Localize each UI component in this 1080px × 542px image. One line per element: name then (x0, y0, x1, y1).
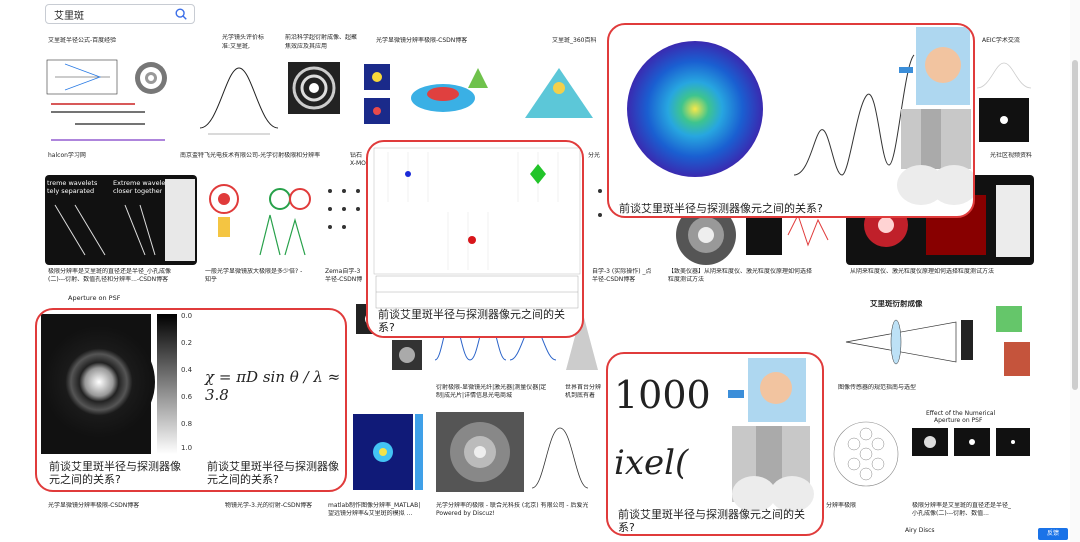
airy-imaging-image (845, 319, 973, 365)
result-caption[interactable]: 光学显微镜分辨率极限-CSDN博客 (48, 502, 139, 510)
result-caption[interactable]: 一般光学显微镜放大极限是多少倍? - (205, 268, 302, 276)
search-box[interactable]: 艾里斑 (45, 4, 195, 24)
result-image-circle-grid[interactable] (826, 408, 904, 496)
search-input[interactable]: 艾里斑 (54, 7, 84, 22)
result-caption[interactable]: 极限分辨率是艾里斑的直径还是半径_ (912, 502, 1011, 510)
svg-text:0.8: 0.8 (181, 420, 192, 428)
wavelets-image (54, 179, 195, 261)
result-caption[interactable]: 光学镜头评价标 (222, 34, 264, 42)
result-image-3d-plots[interactable] (348, 58, 508, 148)
result-image-airy-imaging[interactable]: 艾里斑衍射成像 (836, 292, 982, 380)
result-image-blue-spot[interactable] (347, 408, 429, 496)
result-caption[interactable]: 前沿科学超衍射成像、超聚 (285, 34, 357, 42)
search-results-page: 艾里斑 艾里斑半径公式-百度经验 光学镜头评价标 准:艾里斑, 前沿科学超衍射成… (0, 0, 1080, 542)
image-text: Airy Discs (905, 527, 935, 534)
result-caption[interactable]: X-MO (350, 160, 366, 168)
highlight-card-title[interactable]: 前谈艾里斑半径与探测器像元之间的关系? (618, 508, 818, 534)
result-caption[interactable]: Powered by Discuz! (436, 510, 495, 518)
result-caption[interactable]: 艾里斑半径公式-百度经验 (48, 37, 116, 45)
highlight-card-top-right[interactable]: 前谈艾里斑半径与探测器像元之间的关系? (607, 23, 975, 218)
result-caption[interactable]: 半径-CSDN博客 (592, 276, 635, 284)
svg-text:1.0: 1.0 (181, 444, 192, 452)
result-caption[interactable]: AEIC学术交流 (982, 37, 1020, 45)
result-caption[interactable]: 极限分辨率是艾里斑的直径还是半径_小孔成像 (48, 268, 171, 276)
result-caption[interactable]: Zema自学-3 (325, 268, 360, 276)
search-icon[interactable] (174, 7, 188, 21)
3d-plots-image (364, 64, 488, 124)
svg-text:0.6: 0.6 (181, 393, 193, 401)
result-caption[interactable]: 世界首台分辨 (565, 384, 601, 392)
airy-diagram-image (46, 59, 191, 146)
result-caption[interactable]: halcon学习网 (48, 152, 86, 160)
image-text: Aperture on PSF (68, 294, 121, 302)
result-caption[interactable]: 钻石 (350, 152, 362, 160)
svg-text:0.4: 0.4 (181, 366, 193, 374)
scrollbar-thumb[interactable] (1072, 60, 1078, 390)
result-image-airy-diagram[interactable] (45, 58, 193, 148)
rings-image (288, 62, 340, 114)
formula-text: χ = πD sin θ / λ ≈ 3.8 (205, 368, 341, 404)
result-caption[interactable]: 衍射极限-显微镜光纤|激光器|测量仪器|定 (436, 384, 546, 392)
highlight-card-bottom-right[interactable]: 1000 ixel( 前谈艾里斑半径与探测器像元之间的关系? (606, 352, 824, 536)
result-caption[interactable]: 【致美仪器】从阴来粒度仪、激光粒度仪原理如何选择 (668, 268, 812, 276)
zemax-grid-image (328, 189, 360, 229)
cubes-image (996, 306, 1030, 376)
circle-grid-image (833, 421, 899, 487)
result-caption[interactable]: 南京盃特飞光电技术有限公司-光学衍射极限和分辨率 (180, 152, 320, 160)
result-caption[interactable]: 机到底有着 (565, 392, 595, 400)
highlight-card-title[interactable]: 前谈艾里斑半径与探测器像元之间的关系? (619, 202, 823, 215)
result-caption[interactable]: 艾里斑_360百科 (552, 37, 596, 45)
result-caption[interactable]: 知乎 (205, 276, 217, 284)
highlight-card-title[interactable]: 前谈艾里斑半径与探测器像元之间的关系? (207, 460, 343, 486)
rings-small-image (976, 62, 1032, 142)
result-image-cubes[interactable] (986, 292, 1034, 380)
result-caption[interactable]: matlab制作图像分辨率_MATLAB| (328, 502, 420, 510)
highlight-card-title[interactable]: 前谈艾里斑半径与探测器像元之间的关系? (378, 308, 578, 334)
svg-text:0.2: 0.2 (181, 339, 192, 347)
result-caption[interactable]: 分辨率极限 (826, 502, 856, 510)
result-caption[interactable]: 从阴来粒度仪、激光粒度仪原理如何选择粒度测试方法 (850, 268, 994, 276)
psf-curve-image (199, 67, 279, 135)
result-image-wavelets[interactable]: treme wavelets tely separated Extreme wa… (45, 175, 197, 265)
result-caption[interactable]: (二)---衍射、数值孔径和分辨率...-CSDN博客 (48, 276, 168, 284)
airy-card-image (627, 27, 973, 205)
highlight-card-center[interactable]: 前谈艾里斑半径与探测器像元之间的关系? (366, 140, 584, 338)
result-caption[interactable]: 分光 (588, 152, 600, 160)
result-caption[interactable]: 准:艾里斑, (222, 43, 250, 51)
result-caption[interactable]: 自学-3 (实际操作) _点 (592, 268, 651, 276)
feedback-button[interactable]: 反馈 (1038, 528, 1068, 540)
result-caption[interactable]: 物镜光学-3.光的衍射-CSDN博客 (225, 502, 312, 510)
result-image-psf-curve[interactable] (198, 58, 280, 148)
result-image-zemax-grid[interactable] (322, 175, 366, 265)
result-image-optics-chart[interactable] (200, 175, 318, 265)
result-caption[interactable]: 焦效应及其应用 (285, 43, 327, 51)
result-caption[interactable]: 光社区视频资料 (990, 152, 1032, 160)
scrollbar[interactable] (1070, 0, 1080, 542)
result-image-rings-small[interactable] (975, 58, 1033, 148)
effect-na-image (912, 428, 1030, 456)
highlight-card-title[interactable]: 前谈艾里斑半径与探测器像元之间的关系? (49, 460, 189, 486)
result-caption[interactable]: 粒度测试方法 (668, 276, 704, 284)
result-image-gray-rings[interactable] (432, 408, 604, 496)
highlight-card-bottom-left[interactable]: 0.0 0.2 0.4 0.6 0.8 1.0 χ = πD sin θ / λ ≈ 3… (35, 308, 347, 492)
peak-image (525, 68, 593, 118)
optics-chart-image (209, 184, 311, 256)
result-image-rings[interactable] (284, 58, 344, 148)
result-caption[interactable]: 图像传感器的规范指南与选型 (838, 384, 916, 392)
gray-rings-image (436, 412, 589, 492)
result-caption[interactable]: 半径-CSDN博 (325, 276, 362, 284)
result-caption[interactable]: 光学分辨率的极限 - 联合光科技 (北京) 有限公司 - 后爱光 (436, 502, 588, 510)
result-caption[interactable]: 望远镜分辨率&艾里斑的模拟 ... (328, 510, 412, 518)
blue-spot-image (353, 414, 423, 490)
svg-text:0.0: 0.0 (181, 312, 192, 320)
result-caption[interactable]: 小孔成像(二)---衍射、数值... (912, 510, 989, 518)
result-caption[interactable]: 光学显微镜分辨率极限-CSDN博客 (376, 37, 467, 45)
result-caption[interactable]: 制|成光片|详情信息光电商城 (436, 392, 512, 400)
result-image-peak[interactable] (515, 58, 603, 148)
result-image-effect-na[interactable]: Effect of the Numerical Aperture on PSF (908, 408, 1034, 496)
